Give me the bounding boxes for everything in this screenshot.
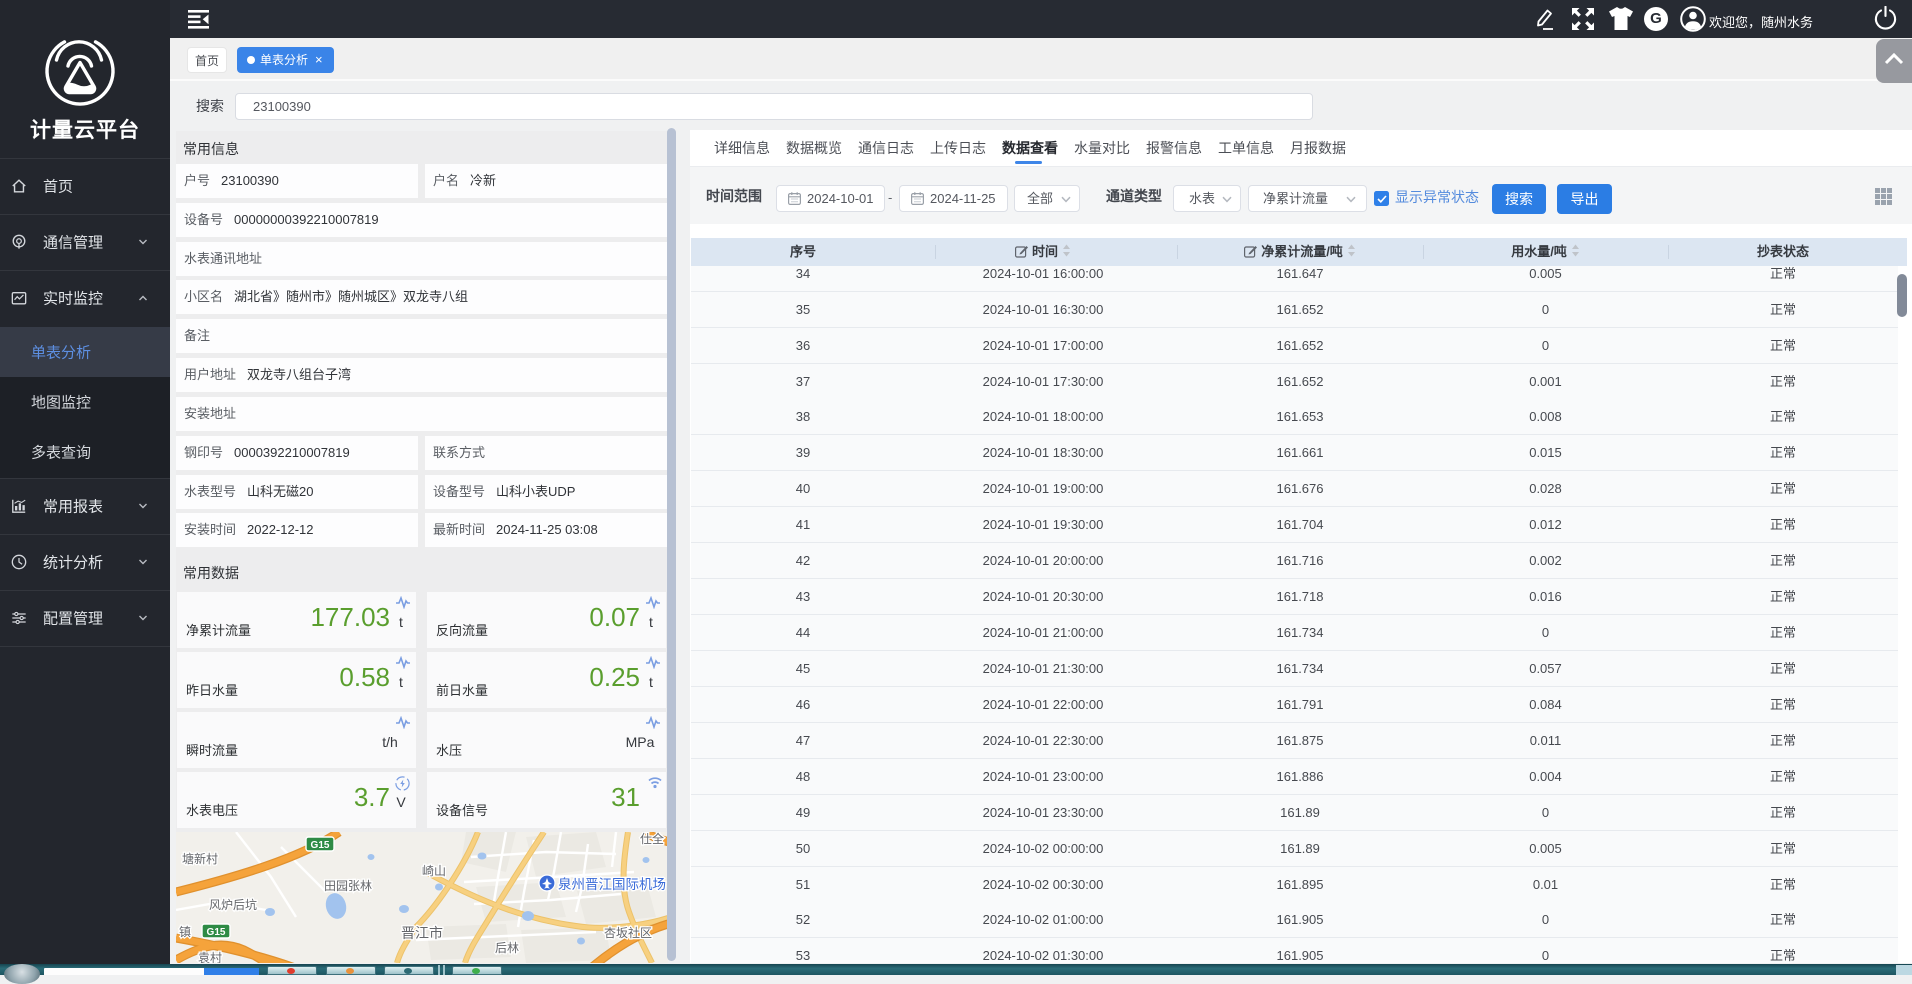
svg-text:后林: 后林 [495,941,519,955]
svg-text:塘新村: 塘新村 [182,851,218,866]
svg-text:G15: G15 [311,840,330,851]
svg-text:风炉后坑: 风炉后坑 [209,897,257,912]
svg-text:镇: 镇 [179,925,191,939]
svg-text:崎山: 崎山 [422,864,446,878]
svg-text:田园张林: 田园张林 [324,879,372,893]
svg-text:G15: G15 [207,927,226,938]
svg-text:袁村: 袁村 [198,951,222,963]
svg-text:晋江市: 晋江市 [401,925,443,941]
svg-text:杏坂社区: 杏坂社区 [604,925,652,940]
svg-text:仕全: 仕全 [640,832,664,846]
svg-text:泉州晋江国际机场: 泉州晋江国际机场 [558,876,666,892]
